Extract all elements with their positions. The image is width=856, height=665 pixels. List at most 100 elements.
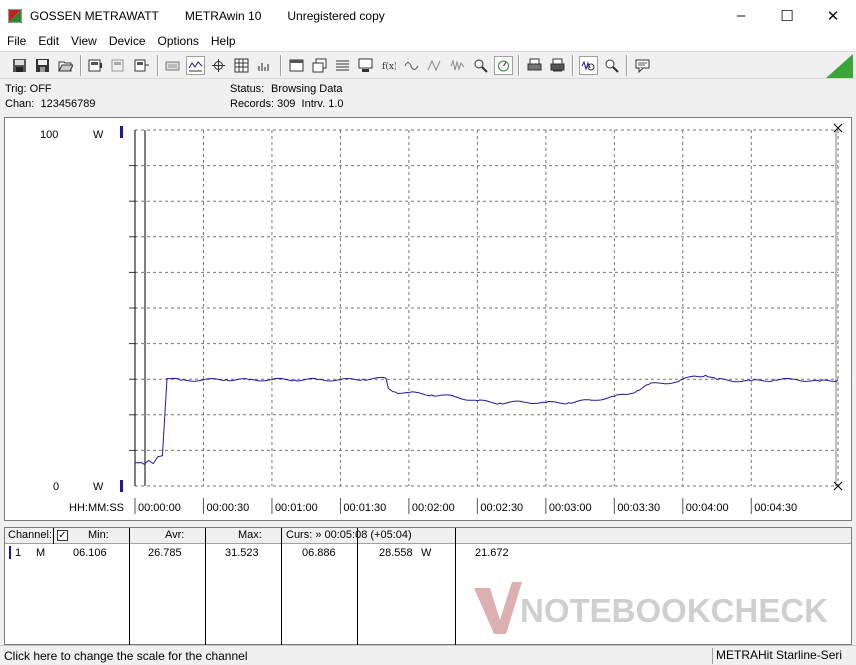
menu-device[interactable]: Device	[102, 34, 151, 48]
waveform-icon[interactable]	[448, 56, 467, 75]
minimize-button[interactable]: –	[718, 0, 764, 31]
y-max-label: 100	[40, 129, 58, 141]
close-button[interactable]: ✕	[810, 0, 856, 31]
column-divider	[281, 528, 282, 646]
y-unit-bottom: W	[93, 481, 104, 493]
print-preview-icon[interactable]	[548, 56, 567, 75]
y-unit-top: W	[93, 129, 104, 141]
maximize-button[interactable]: ☐	[764, 0, 810, 31]
x-tick-label: 00:01:30	[343, 502, 386, 514]
zoom-icon[interactable]	[602, 56, 621, 75]
channel-list: Chan: 123456789	[5, 98, 96, 110]
x-tick-label: 00:03:00	[549, 502, 592, 514]
toolbar-separator	[280, 55, 282, 76]
app-icon	[8, 8, 22, 23]
bar-chart-icon[interactable]	[255, 56, 274, 75]
header-max: Max:	[238, 529, 262, 541]
device-model: METRAHit Starline-Seri	[712, 648, 854, 664]
open-icon[interactable]	[10, 56, 29, 75]
menu-file[interactable]: File	[0, 34, 31, 48]
toolbar-separator	[518, 55, 520, 76]
row-max-value: 31.523	[225, 547, 259, 559]
channel-checkbox[interactable]: ✓	[57, 530, 68, 541]
column-divider	[129, 528, 130, 646]
status-bar: Click here to change the scale for the c…	[0, 645, 856, 665]
window-stack-icon[interactable]	[310, 56, 329, 75]
status-hint[interactable]: Click here to change the scale for the c…	[4, 649, 247, 663]
column-divider	[53, 528, 54, 544]
menu-edit[interactable]: Edit	[31, 34, 64, 48]
status-label: Status:	[230, 83, 265, 95]
y-scale-handle-top	[120, 126, 123, 138]
column-divider	[205, 528, 206, 646]
table-icon[interactable]	[232, 56, 251, 75]
x-axis-label: HH:MM:SS	[69, 502, 124, 514]
row-channel-id: 1	[15, 547, 22, 559]
title-bar: GOSSEN METRAWATT METRAwin 10 Unregistere…	[0, 0, 856, 31]
app-name: METRAwin 10	[184, 8, 262, 23]
header-avr: Avr:	[165, 529, 185, 541]
formula-icon[interactable]: f(x)	[379, 56, 398, 75]
computer-icon[interactable]	[356, 56, 375, 75]
row-cursor-value-3: 21.672	[475, 547, 509, 559]
toolbar: f(x)	[0, 51, 856, 79]
cursor-marker-bottom	[833, 481, 843, 491]
y-min-label: 0	[53, 481, 59, 493]
print-icon[interactable]	[525, 56, 544, 75]
row-avr-value: 26.785	[148, 547, 182, 559]
x-tick-label: 00:02:30	[480, 502, 523, 514]
x-tick-label: 00:02:00	[412, 502, 455, 514]
menu-view[interactable]: View	[64, 34, 102, 48]
notebookcheck-watermark: NOTEBOOKCHECK	[474, 582, 828, 634]
svg-text:f(x): f(x)	[382, 61, 396, 72]
row-channel-mode: M	[36, 547, 46, 559]
header-min: Min:	[88, 529, 109, 541]
comment-icon[interactable]	[633, 56, 652, 75]
zoom-waveform-icon[interactable]	[579, 56, 598, 75]
menu-bar: File Edit View Device Options Help	[0, 31, 856, 51]
search-icon[interactable]	[471, 56, 490, 75]
folder-icon[interactable]	[56, 56, 75, 75]
x-tick-label: 00:00:00	[138, 502, 181, 514]
status-value: Browsing Data	[271, 83, 343, 95]
device-icon[interactable]	[86, 56, 105, 75]
x-tick-label: 00:01:00	[275, 502, 318, 514]
x-tick-label: 00:04:00	[686, 502, 729, 514]
toolbar-separator	[626, 55, 628, 76]
info-bar: Trig: OFF Chan: 123456789 Status: Browsi…	[0, 79, 856, 113]
row-cursor-value-2: 28.558	[379, 547, 413, 559]
app-vendor: GOSSEN METRAWATT	[30, 8, 159, 23]
power-chart[interactable]: 00:00:00 00:00:30 00:01:00 00:01:30 00:02:00…	[5, 118, 851, 520]
toolbar-separator	[80, 55, 82, 76]
crosshair-icon[interactable]	[209, 56, 228, 75]
series-line	[134, 374, 839, 465]
scale-icon[interactable]	[494, 56, 513, 75]
table-header: Channel: ✓ Min: Avr: Max: Curs: » 00:05:…	[5, 528, 851, 544]
header-channel: Channel:	[8, 529, 53, 541]
x-tick-label: 00:00:30	[206, 502, 249, 514]
save-icon[interactable]	[33, 56, 52, 75]
list-icon[interactable]	[333, 56, 352, 75]
window-icon[interactable]	[287, 56, 306, 75]
column-divider	[455, 528, 456, 646]
triangle-wave-icon[interactable]	[425, 56, 444, 75]
toolbar-separator	[572, 55, 574, 76]
trigger-status: Trig: OFF	[5, 83, 52, 95]
menu-help[interactable]: Help	[204, 34, 241, 48]
keyboard-icon[interactable]	[163, 56, 182, 75]
sine-icon[interactable]	[402, 56, 421, 75]
x-tick-label: 00:03:30	[617, 502, 660, 514]
license-state: Unregistered copy	[287, 8, 385, 23]
records-info: Records: 309 Intrv. 1.0	[230, 98, 344, 110]
column-divider	[357, 528, 358, 646]
corner-logo-icon	[826, 54, 853, 78]
device-connect-icon[interactable]	[132, 56, 151, 75]
line-chart-icon[interactable]	[186, 56, 205, 75]
menu-options[interactable]: Options	[151, 34, 204, 48]
channel-color-marker	[9, 546, 11, 559]
row-cursor-value-1: 06.886	[302, 547, 336, 559]
row-min-value: 06.106	[73, 547, 107, 559]
chart-panel[interactable]: 00:00:00 00:00:30 00:01:00 00:01:30 00:02:00…	[4, 117, 852, 521]
x-tick-label: 00:04:30	[754, 502, 797, 514]
device-disabled-icon[interactable]	[109, 56, 128, 75]
